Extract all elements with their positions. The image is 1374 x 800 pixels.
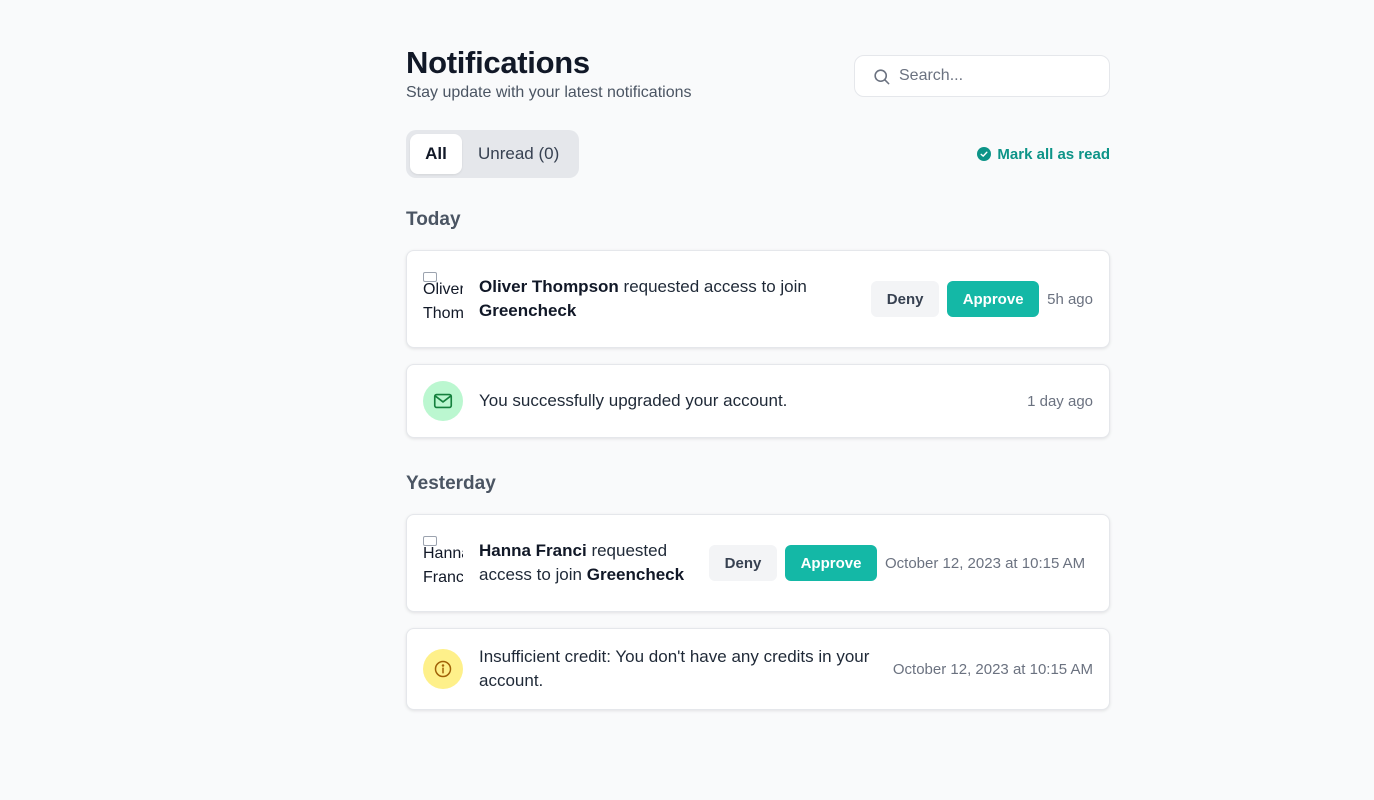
- request-actions: Deny Approve: [871, 281, 1040, 317]
- notification-item: You successfully upgraded your account. …: [406, 364, 1110, 438]
- group-name: Greencheck: [479, 301, 577, 320]
- notification-item: Hanna Franci Hanna Franci requested acce…: [406, 514, 1110, 612]
- info-icon: [434, 660, 452, 678]
- page-subtitle: Stay update with your latest notificatio…: [406, 84, 692, 101]
- search-input[interactable]: [899, 67, 1099, 85]
- avatar: Hanna Franci: [423, 536, 463, 596]
- notification-item: Insufficient credit: You don't have any …: [406, 628, 1110, 710]
- check-circle-icon: [977, 147, 992, 161]
- notification-time: October 12, 2023 at 10:15 AM: [892, 660, 1093, 678]
- page-header: Notifications Stay update with your late…: [406, 44, 1110, 130]
- avatar-alt-text: Hanna Franci: [423, 545, 463, 586]
- search-box[interactable]: [854, 55, 1110, 97]
- tab-all[interactable]: All: [410, 134, 462, 174]
- deny-button[interactable]: Deny: [871, 281, 940, 317]
- notification-text: You successfully upgraded your account.: [479, 391, 788, 410]
- avatar: Oliver Thompson: [423, 272, 463, 332]
- page-title: Notifications: [406, 45, 590, 80]
- notification-text: Oliver Thompson requested access to join…: [479, 275, 871, 323]
- approve-button[interactable]: Approve: [947, 281, 1040, 317]
- request-actions: Deny Approve: [709, 545, 877, 581]
- notification-text: Hanna Franci requested access to join Gr…: [479, 539, 709, 587]
- group-name: Greencheck: [586, 565, 685, 584]
- notifications-panel: Notifications Stay update with your late…: [406, 44, 1110, 726]
- title-block: Notifications Stay update with your late…: [406, 44, 692, 103]
- mail-icon-badge: [423, 381, 463, 421]
- mail-icon: [433, 393, 453, 409]
- info-icon-badge: [423, 649, 463, 689]
- requester-name: Hanna Franci: [479, 541, 587, 560]
- notification-time: 1 day ago: [1027, 392, 1093, 410]
- tab-unread[interactable]: Unread (0): [462, 134, 575, 174]
- approve-button[interactable]: Approve: [785, 545, 877, 581]
- notification-time: October 12, 2023 at 10:15 AM: [885, 554, 1086, 572]
- section-title-yesterday: Yesterday: [406, 473, 496, 494]
- search-icon: [874, 68, 890, 84]
- filter-tabs: All Unread (0): [406, 130, 580, 178]
- deny-button[interactable]: Deny: [709, 545, 777, 581]
- toolbar: All Unread (0) Mark all as read: [406, 130, 1110, 178]
- avatar-alt-text: Oliver Thompson: [423, 281, 463, 322]
- notification-item: Oliver Thompson Oliver Thompson requeste…: [406, 250, 1110, 348]
- request-text: requested access to join: [623, 277, 807, 296]
- section-title-today: Today: [406, 209, 461, 230]
- notification-text: Insufficient credit: You don't have any …: [479, 647, 870, 690]
- mark-all-read-label: Mark all as read: [997, 145, 1110, 163]
- mark-all-read-button[interactable]: Mark all as read: [977, 146, 1110, 163]
- requester-name: Oliver Thompson: [479, 277, 619, 296]
- notification-time: 5h ago: [1047, 290, 1093, 308]
